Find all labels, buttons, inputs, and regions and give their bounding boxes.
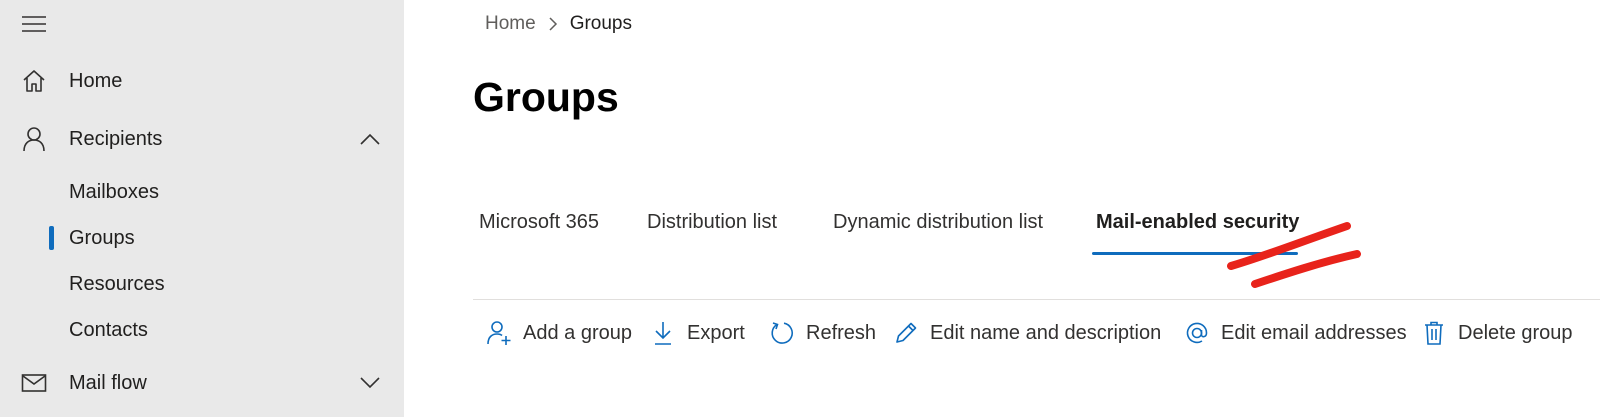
breadcrumb-home-link[interactable]: Home: [485, 13, 536, 35]
hamburger-icon: [22, 16, 46, 32]
export-button[interactable]: Export: [649, 313, 745, 353]
menu-toggle-button[interactable]: [16, 8, 52, 40]
chevron-right-icon: [548, 16, 558, 32]
sidebar-item-label: Contacts: [69, 318, 148, 341]
download-icon: [649, 319, 677, 347]
left-navigation: Home Recipients Mailboxes Groups Resourc…: [0, 0, 404, 417]
nav-item-label: Mail flow: [69, 371, 147, 394]
tab-dynamic-distribution-list[interactable]: Dynamic distribution list: [833, 200, 1043, 256]
at-sign-icon: [1183, 319, 1211, 347]
nav-item-mail-flow[interactable]: Mail flow: [0, 360, 404, 406]
active-indicator: [49, 226, 54, 250]
export-label: Export: [687, 321, 745, 344]
delete-group-button[interactable]: Delete group: [1420, 313, 1573, 353]
refresh-button[interactable]: Refresh: [768, 313, 876, 353]
sidebar-item-label: Mailboxes: [69, 180, 160, 203]
home-icon: [20, 67, 48, 95]
delete-group-label: Delete group: [1458, 321, 1573, 344]
page-title: Groups: [473, 74, 619, 120]
sidebar-item-label: Resources: [69, 272, 165, 295]
tab-microsoft-365[interactable]: Microsoft 365: [479, 200, 599, 256]
refresh-label: Refresh: [806, 321, 877, 344]
person-icon: [20, 125, 48, 153]
edit-email-label: Edit email addresses: [1221, 321, 1407, 344]
sidebar-item-label: Groups: [69, 226, 135, 249]
sidebar-item-groups[interactable]: Groups: [0, 218, 404, 258]
nav-item-home[interactable]: Home: [0, 58, 404, 104]
chevron-up-icon[interactable]: [358, 127, 382, 151]
toolbar-divider: [473, 299, 1600, 300]
add-group-button[interactable]: Add a group: [485, 313, 632, 353]
sidebar-item-mailboxes[interactable]: Mailboxes: [0, 172, 404, 212]
breadcrumb-current: Groups: [569, 13, 632, 34]
pencil-icon: [892, 319, 920, 347]
group-type-tabs: Microsoft 365 Distribution list Dynamic …: [470, 200, 1600, 256]
nav-item-label: Recipients: [69, 127, 163, 150]
nav-item-recipients[interactable]: Recipients: [0, 116, 404, 162]
red-scribble-annotation: [1227, 222, 1361, 288]
breadcrumb: Home Groups: [485, 10, 632, 38]
chevron-down-icon[interactable]: [358, 371, 382, 395]
sidebar-item-contacts[interactable]: Contacts: [0, 310, 404, 350]
add-group-label: Add a group: [523, 321, 632, 344]
refresh-icon: [768, 319, 796, 347]
add-person-icon: [485, 319, 513, 347]
trash-icon: [1420, 319, 1448, 347]
nav-item-label: Home: [69, 69, 123, 92]
command-bar: Add a group Export Refresh Edit name and…: [478, 313, 1600, 353]
tab-distribution-list[interactable]: Distribution list: [647, 200, 777, 256]
sidebar-item-resources[interactable]: Resources: [0, 264, 404, 304]
edit-email-button[interactable]: Edit email addresses: [1183, 313, 1407, 353]
edit-name-label: Edit name and description: [930, 321, 1162, 344]
mail-icon: [20, 369, 48, 397]
edit-name-button[interactable]: Edit name and description: [892, 313, 1161, 353]
